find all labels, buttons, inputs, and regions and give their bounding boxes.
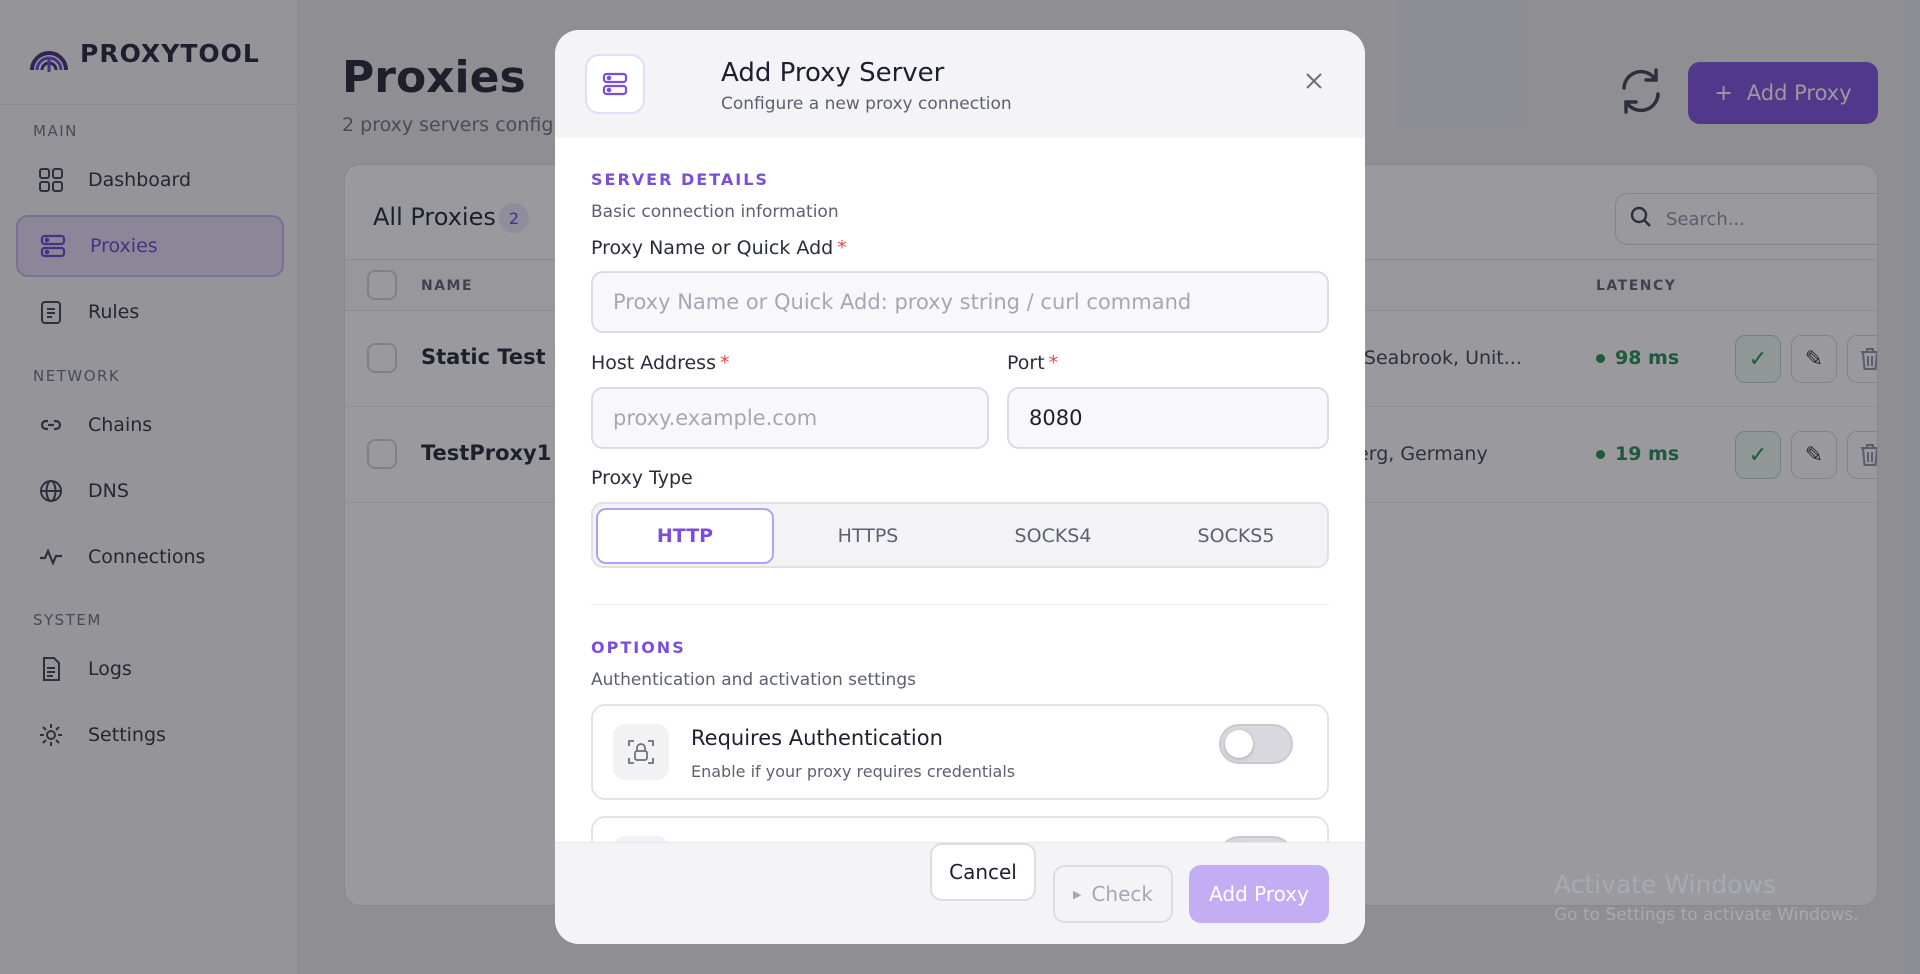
cancel-button[interactable]: Cancel	[930, 843, 1036, 901]
watermark-line-2: Go to Settings to activate Windows.	[1554, 905, 1859, 925]
close-button[interactable]	[1299, 66, 1329, 96]
dialog-header: Add Proxy Server Configure a new proxy c…	[555, 30, 1365, 138]
server-details-subtitle: Basic connection information	[591, 202, 839, 222]
play-icon: ▶	[1073, 887, 1082, 901]
check-label: Check	[1091, 882, 1153, 906]
host-address-input[interactable]: proxy.example.com	[591, 387, 989, 449]
windows-activation-watermark: Activate Windows Go to Settings to activ…	[1554, 870, 1859, 925]
proxy-name-label: Proxy Name or Quick Add *	[591, 237, 847, 259]
server-details-heading: SERVER DETAILS	[591, 170, 769, 189]
options-heading: OPTIONS	[591, 638, 686, 657]
submit-add-proxy-button[interactable]: Add Proxy	[1189, 865, 1329, 923]
auth-option-title: Requires Authentication	[691, 726, 943, 750]
type-option-http[interactable]: HTTP	[596, 508, 774, 564]
port-label: Port *	[1007, 352, 1059, 374]
close-icon	[1306, 73, 1322, 89]
type-option-socks5[interactable]: SOCKS5	[1147, 508, 1325, 564]
port-input[interactable]: 8080	[1007, 387, 1329, 449]
auth-option-subtitle: Enable if your proxy requires credential…	[691, 762, 1016, 781]
proxy-type-selector: HTTP HTTPS SOCKS4 SOCKS5	[591, 502, 1329, 568]
dialog-footer: Cancel ▶ Check Add Proxy	[555, 842, 1365, 944]
host-address-label: Host Address *	[591, 352, 730, 374]
type-option-socks4[interactable]: SOCKS4	[964, 508, 1142, 564]
dialog-subtitle: Configure a new proxy connection	[721, 94, 1012, 114]
lock-icon	[613, 724, 669, 780]
dialog-title: Add Proxy Server	[721, 58, 945, 88]
check-button[interactable]: ▶ Check	[1053, 865, 1173, 923]
section-divider	[591, 604, 1329, 605]
proxy-name-input[interactable]: Proxy Name or Quick Add: proxy string / …	[591, 271, 1329, 333]
toggle-knob	[1225, 730, 1253, 758]
watermark-line-1: Activate Windows	[1554, 870, 1776, 899]
proxy-type-label: Proxy Type	[591, 467, 693, 489]
type-option-https[interactable]: HTTPS	[779, 508, 957, 564]
server-icon	[585, 54, 645, 114]
auth-toggle[interactable]	[1219, 724, 1293, 764]
options-subtitle: Authentication and activation settings	[591, 670, 916, 690]
add-proxy-dialog: Add Proxy Server Configure a new proxy c…	[555, 30, 1365, 944]
auth-option-card[interactable]: Requires Authentication Enable if your p…	[591, 704, 1329, 800]
